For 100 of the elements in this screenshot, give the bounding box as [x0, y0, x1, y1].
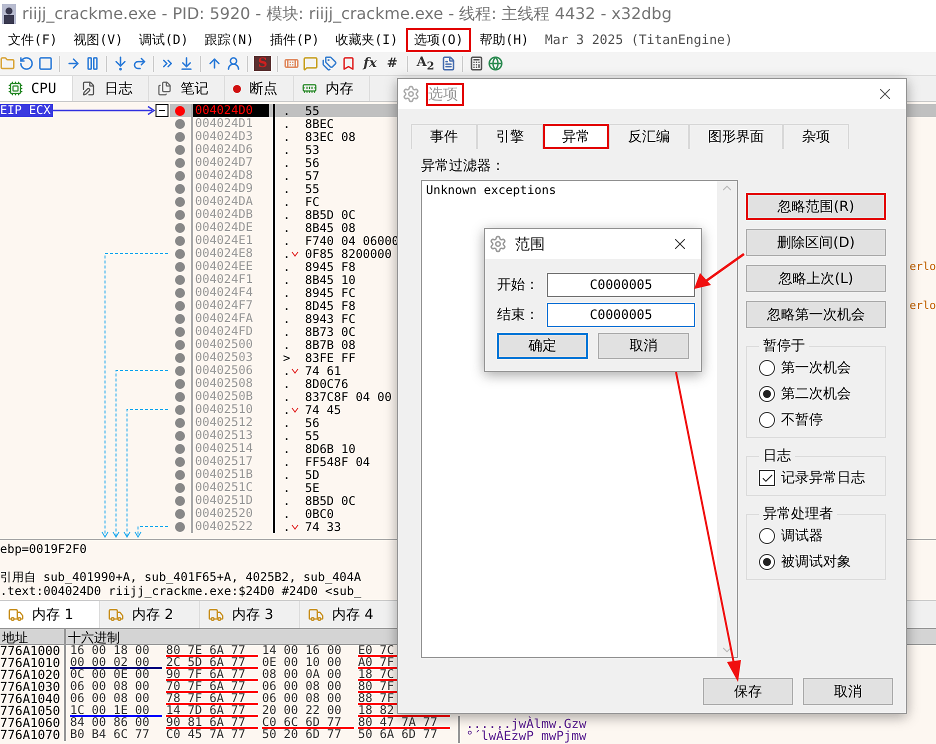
dialog-title: 选项	[426, 82, 464, 106]
menu-item[interactable]: 文件(F)	[0, 28, 66, 52]
tab[interactable]: 内存 1	[0, 601, 100, 628]
breakpoint-dot[interactable]	[175, 366, 185, 376]
tab[interactable]: CPU	[0, 76, 74, 101]
radio-button[interactable]	[759, 528, 775, 544]
tags-icon[interactable]	[322, 56, 338, 71]
pause-icon[interactable]	[85, 56, 100, 71]
input-field[interactable]: C0000005	[547, 303, 695, 327]
breakpoint-dot[interactable]	[175, 118, 185, 128]
dialog-button[interactable]: 取消	[598, 333, 689, 359]
scrollbar[interactable]	[717, 181, 737, 657]
menu-item[interactable]: 跟踪(N)	[196, 28, 262, 52]
run-icon[interactable]	[66, 56, 81, 71]
action-button[interactable]: 忽略范围(R)	[746, 193, 886, 220]
menu-item[interactable]: 选项(O)	[406, 28, 472, 52]
breakpoint-dot[interactable]	[175, 352, 185, 362]
breakpoint-dot[interactable]	[175, 210, 185, 220]
breakpoint-dot[interactable]	[175, 326, 185, 336]
address-cell: 776A1030	[0, 681, 66, 693]
breakpoint-dot[interactable]	[175, 288, 185, 298]
breakpoint-dot[interactable]	[175, 378, 185, 388]
globe-icon[interactable]	[488, 56, 504, 71]
breakpoint-dot[interactable]	[175, 132, 185, 142]
input-field[interactable]: C0000005	[547, 273, 695, 297]
comment-icon[interactable]	[303, 56, 318, 71]
menu-item[interactable]: 插件(P)	[262, 28, 328, 52]
restart-icon[interactable]	[19, 56, 34, 71]
breakpoint-dot[interactable]	[175, 222, 185, 232]
breakpoint-dot[interactable]	[175, 404, 185, 414]
menu-item[interactable]: 视图(V)	[65, 28, 131, 52]
breakpoint-dot[interactable]	[175, 392, 185, 402]
hex-cell-text: 06 00 08 00	[70, 693, 150, 705]
breakpoint-dot[interactable]	[175, 314, 185, 324]
breakpoint-dot[interactable]	[175, 496, 185, 506]
hex-cell: 90 7F 6A 77	[166, 669, 258, 681]
address-cell: 004024E1	[191, 234, 269, 247]
radio-button[interactable]	[759, 360, 775, 376]
tab[interactable]: 异常	[543, 124, 609, 149]
radio-button[interactable]	[759, 554, 775, 570]
breakpoint-dot[interactable]	[175, 274, 185, 284]
toolbar-glyph[interactable]: #	[384, 56, 401, 71]
breakpoint-dot[interactable]	[175, 430, 185, 440]
row-marker: .	[283, 286, 291, 300]
step-over-icon[interactable]	[132, 56, 147, 71]
group-title: 日志	[762, 447, 792, 465]
bytes-cell: 56	[305, 156, 320, 170]
step-into-icon[interactable]	[113, 56, 128, 71]
breakpoint-dot[interactable]	[175, 456, 185, 466]
breakpoint-dot[interactable]	[175, 236, 185, 246]
menu-item[interactable]: 帮助(H)	[471, 28, 537, 52]
breakpoint-dot[interactable]	[175, 158, 185, 168]
breakpoint-dot[interactable]	[175, 248, 185, 258]
checkbox-label: 记录异常日志	[781, 469, 865, 487]
dialog-button[interactable]: 保存	[703, 678, 793, 705]
breakpoint-dot[interactable]	[175, 106, 185, 116]
action-button[interactable]: 删除区间(D)	[746, 229, 886, 256]
breakpoint-dot[interactable]	[175, 300, 185, 310]
list-item[interactable]: Unknown exceptions	[426, 183, 713, 197]
document-icon[interactable]	[441, 56, 456, 71]
arrow-down-icon[interactable]	[179, 56, 194, 71]
breakpoint-dot[interactable]	[175, 170, 185, 180]
menu-item[interactable]: 收藏夹(I)	[327, 28, 406, 52]
radio-button[interactable]	[759, 412, 775, 428]
dialog-button[interactable]: 取消	[803, 678, 893, 705]
breakpoint-dot[interactable]	[175, 522, 185, 532]
folder-icon[interactable]	[0, 56, 15, 71]
bookmark-icon[interactable]	[341, 56, 356, 71]
stop-icon[interactable]	[38, 56, 53, 71]
address-cell: 0040250B	[191, 390, 269, 403]
bandage-icon[interactable]	[284, 56, 300, 71]
breakpoint-dot[interactable]	[175, 340, 185, 350]
breakpoint-dot[interactable]	[175, 418, 185, 428]
breakpoint-dot[interactable]	[175, 262, 185, 272]
radio-button[interactable]	[759, 386, 775, 402]
tab[interactable]: 反汇编	[609, 124, 689, 149]
breakpoint-dot[interactable]	[175, 508, 185, 518]
dialog-button[interactable]: 确定	[497, 333, 588, 359]
breakpoint-dot[interactable]	[175, 144, 185, 154]
tab[interactable]: 图形界面	[689, 124, 783, 149]
toolbar-glyph[interactable]: fx	[360, 56, 380, 71]
column-header: 十六进制	[67, 630, 120, 644]
checkbox[interactable]	[759, 470, 775, 486]
collapse-icon[interactable]	[156, 104, 168, 117]
tab[interactable]: 事件	[411, 124, 477, 149]
breakpoint-dot[interactable]	[175, 184, 185, 194]
info-line: ebp=0019F2F0	[0, 542, 88, 556]
breakpoint-dot[interactable]	[175, 470, 185, 480]
hex-cell-text: C0 45 7A 77	[166, 729, 246, 741]
action-button[interactable]: 忽略第一次机会	[746, 301, 886, 328]
user-icon[interactable]	[226, 56, 241, 71]
toolbar-glyph[interactable]: A$_{2}$	[414, 54, 438, 72]
calculator-icon[interactable]	[469, 56, 484, 71]
breakpoint-dot[interactable]	[175, 444, 185, 454]
breakpoint-dot[interactable]	[175, 482, 185, 492]
action-button[interactable]: 忽略上次(L)	[746, 265, 886, 292]
tab[interactable]: 引擎	[477, 124, 543, 149]
tab[interactable]: 杂项	[783, 124, 849, 149]
breakpoint-dot[interactable]	[175, 196, 185, 206]
menu-item[interactable]: 调试(D)	[130, 28, 196, 52]
